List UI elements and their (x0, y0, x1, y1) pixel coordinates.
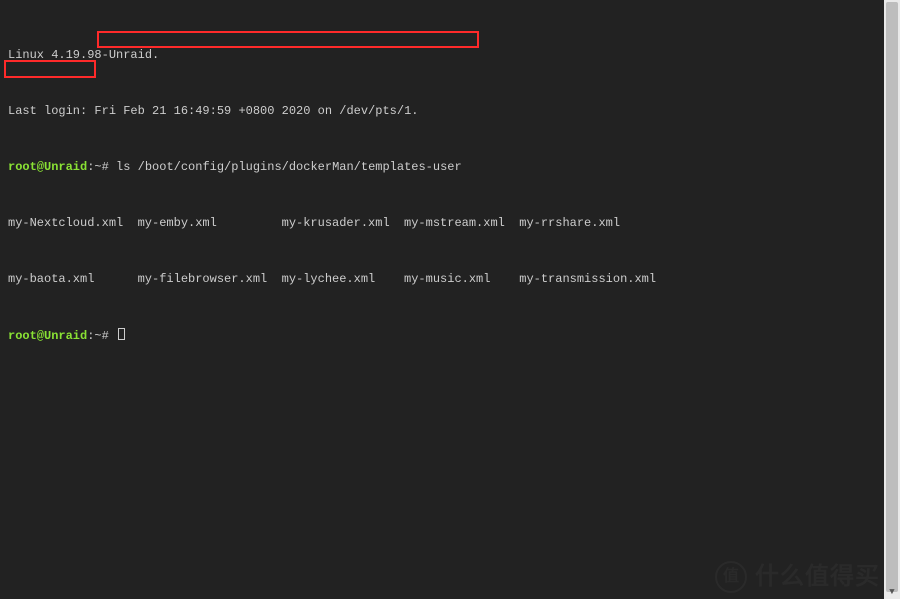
terminal-window[interactable]: Linux 4.19.98-Unraid. Last login: Fri Fe… (0, 0, 900, 599)
ls-file: my-Nextcloud.xml (8, 216, 138, 230)
prompt-separator: :~# (87, 329, 116, 343)
ls-output-row-2: my-baota.xmlmy-filebrowser.xmlmy-lychee.… (8, 272, 892, 286)
prompt-separator: :~# (87, 160, 116, 174)
highlight-command (97, 31, 479, 48)
last-login-text: Last login: Fri Feb 21 16:49:59 +0800 20… (8, 104, 418, 118)
ls-file: my-emby.xml (138, 216, 282, 230)
command-text: ls /boot/config/plugins/dockerMan/templa… (116, 160, 462, 174)
prompt-line-1: root@Unraid:~# ls /boot/config/plugins/d… (8, 160, 892, 174)
ls-file: my-krusader.xml (282, 216, 404, 230)
prompt-line-2[interactable]: root@Unraid:~# (8, 328, 892, 342)
ls-file: my-transmission.xml (519, 272, 663, 286)
ls-file: my-baota.xml (8, 272, 138, 286)
ls-file: my-mstream.xml (404, 216, 519, 230)
scrollbar[interactable]: ▲ ▼ (884, 0, 900, 599)
motd-text: Linux 4.19.98-Unraid. (8, 48, 159, 62)
motd-line: Linux 4.19.98-Unraid. (8, 48, 892, 62)
prompt-user: root@Unraid (8, 160, 87, 174)
highlight-file (4, 60, 96, 78)
prompt-user: root@Unraid (8, 329, 87, 343)
terminal-output[interactable]: Linux 4.19.98-Unraid. Last login: Fri Fe… (0, 0, 900, 599)
ls-file: my-filebrowser.xml (138, 272, 282, 286)
scrollbar-thumb[interactable] (886, 2, 898, 592)
ls-output-row-1: my-Nextcloud.xmlmy-emby.xmlmy-krusader.x… (8, 216, 892, 230)
ls-file: my-lychee.xml (282, 272, 404, 286)
ls-file: my-music.xml (404, 272, 519, 286)
ls-file: my-rrshare.xml (519, 216, 663, 230)
last-login-line: Last login: Fri Feb 21 16:49:59 +0800 20… (8, 104, 892, 118)
scroll-down-icon[interactable]: ▼ (884, 585, 900, 599)
cursor (118, 328, 125, 340)
